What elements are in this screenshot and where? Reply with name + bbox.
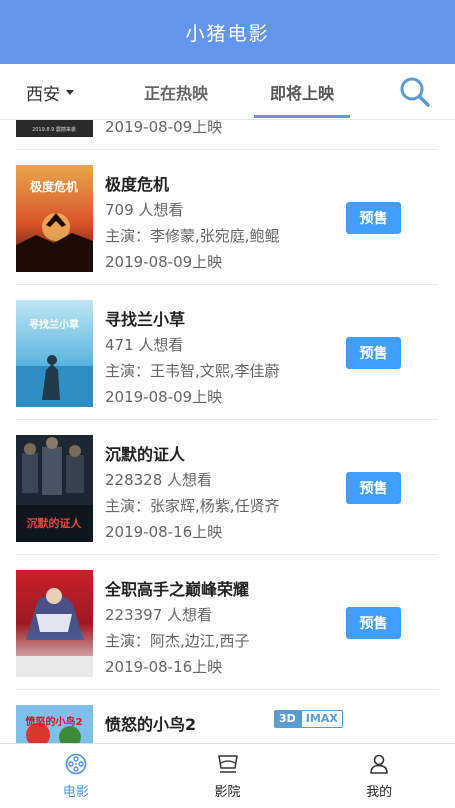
badge-3d: 3D [274, 710, 301, 728]
search-button[interactable] [397, 74, 433, 110]
poster-title: 寻找兰小草 [29, 318, 79, 331]
movie-poster: 愤怒的小鸟2 [16, 705, 93, 743]
release-date: 2019-08-16上映 [105, 658, 223, 676]
tabbar-movies[interactable]: 电影 [0, 744, 152, 808]
cast: 主演：王韦智,文熙,李佳蔚 [105, 362, 280, 380]
tab-now-showing[interactable]: 正在热映 [126, 64, 226, 120]
release-date: 2019-08-16上映 [105, 523, 223, 541]
cast: 主演：李修蒙,张宛庭,鲍鲲 [105, 227, 280, 245]
user-icon [370, 754, 388, 774]
list-item[interactable]: 全职高手之巅峰荣耀 223397 人想看 主演：阿杰,边江,西子 2019-08… [16, 555, 438, 690]
movie-title: 寻找兰小草 [105, 310, 186, 329]
movie-list[interactable]: 2019.8.9 震撼来袭 2019-08-09上映 极度危机 极度危机 709… [0, 120, 455, 743]
tabbar-movies-label: 电影 [62, 785, 89, 800]
poster-title: 极度危机 [30, 179, 78, 194]
tabbar-cinemas-label: 影院 [214, 785, 241, 800]
movie-poster: 极度危机 [16, 165, 93, 272]
wish-count: 228328 人想看 [105, 471, 213, 489]
release-date: 2019-08-09上映 [105, 120, 223, 136]
movie-title: 极度危机 [105, 175, 170, 194]
movie-title: 沉默的证人 [105, 445, 186, 464]
list-item[interactable]: 寻找兰小草 寻找兰小草 471 人想看 主演：王韦智,文熙,李佳蔚 2019-0… [16, 285, 438, 420]
tabbar-profile-label: 我的 [366, 785, 393, 800]
bottom-tabbar: 电影 影院 我的 [0, 743, 455, 808]
movie-title: 全职高手之巅峰荣耀 [105, 580, 250, 599]
poster-title: 愤怒的小鸟2 [26, 715, 83, 728]
movie-title: 愤怒的小鸟2 [105, 715, 197, 734]
city-selector[interactable]: 西安 [26, 64, 74, 120]
cast: 主演：张家辉,杨紫,任贤齐 [105, 497, 280, 515]
wish-count: 471 人想看 [105, 336, 184, 354]
presale-button[interactable]: 预售 [346, 337, 401, 369]
city-name: 西安 [26, 84, 60, 105]
caret-down-icon [66, 89, 74, 95]
presale-button[interactable]: 预售 [346, 607, 401, 639]
presale-button[interactable]: 预售 [346, 472, 401, 504]
badge-imax: IMAX [300, 710, 343, 728]
wish-count: 709 人想看 [105, 201, 184, 219]
cinema-screen-icon [217, 755, 238, 773]
list-item[interactable]: 愤怒的小鸟2 愤怒的小鸟2 3D IMAX [16, 690, 438, 743]
release-date: 2019-08-09上映 [105, 388, 223, 406]
movie-poster: 沉默的证人 [16, 435, 93, 542]
list-item[interactable]: 沉默的证人 沉默的证人 228328 人想看 主演：张家辉,杨紫,任贤齐 201… [16, 420, 438, 555]
list-item[interactable]: 2019.8.9 震撼来袭 2019-08-09上映 [16, 120, 438, 150]
app-header: 小猪电影 [0, 0, 455, 64]
movie-poster: 2019.8.9 震撼来袭 [16, 120, 93, 137]
search-icon [400, 77, 430, 107]
movie-poster [16, 570, 93, 677]
format-badge: 3D IMAX [274, 710, 343, 728]
app-title: 小猪电影 [185, 22, 270, 45]
presale-button[interactable]: 预售 [346, 202, 401, 234]
tabbar-profile[interactable]: 我的 [303, 744, 455, 808]
cast: 主演：阿杰,边江,西子 [105, 632, 250, 650]
nav-bar: 西安 正在热映 即将上映 [0, 64, 455, 120]
release-date: 2019-08-09上映 [105, 253, 223, 271]
movie-poster: 寻找兰小草 [16, 300, 93, 407]
film-reel-icon [65, 753, 87, 775]
tab-coming-soon[interactable]: 即将上映 [254, 64, 350, 120]
wish-count: 223397 人想看 [105, 606, 213, 624]
list-item[interactable]: 极度危机 极度危机 709 人想看 主演：李修蒙,张宛庭,鲍鲲 2019-08-… [16, 150, 438, 285]
poster-title: 沉默的证人 [27, 516, 83, 530]
tabbar-cinemas[interactable]: 影院 [152, 744, 304, 808]
poster-caption: 2019.8.9 震撼来袭 [32, 126, 76, 133]
